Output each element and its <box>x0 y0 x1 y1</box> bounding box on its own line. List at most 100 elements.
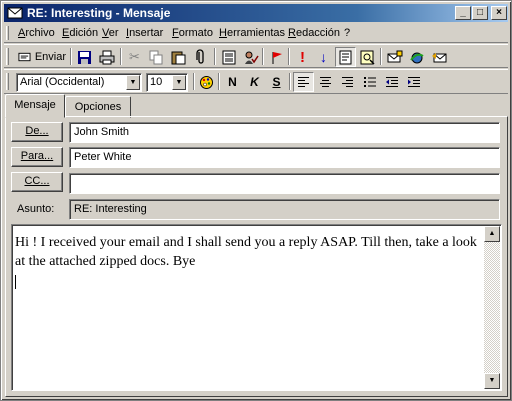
cut-button[interactable]: ✂ <box>124 47 145 67</box>
separator <box>380 48 382 65</box>
cc-field[interactable] <box>69 173 500 194</box>
subject-label: Asunto: <box>17 203 55 215</box>
menu-help[interactable]: ? <box>344 27 350 39</box>
cc-button-label: CC... <box>24 175 50 187</box>
align-center-button[interactable] <box>315 72 336 92</box>
cut-icon: ✂ <box>129 49 140 64</box>
menubar-grip[interactable] <box>6 26 9 40</box>
print-icon <box>99 50 114 64</box>
decrease-indent-button[interactable] <box>381 72 402 92</box>
options-button[interactable] <box>335 47 356 67</box>
menu-ver[interactable]: Ver <box>102 27 119 39</box>
align-left-icon <box>298 77 309 87</box>
menu-herramientas[interactable]: Herramientas <box>219 27 285 39</box>
message-body[interactable]: Hi ! I received your email and I shall s… <box>11 224 502 391</box>
paste-icon <box>171 51 186 64</box>
address-book-button[interactable] <box>218 47 239 67</box>
increase-indent-button[interactable] <box>403 72 424 92</box>
font-size-select[interactable]: 10 ▼ <box>146 73 188 92</box>
to-field[interactable]: Peter White <box>69 147 500 168</box>
reply-button[interactable] <box>428 47 449 67</box>
minimize-button[interactable]: _ <box>455 6 471 20</box>
maximize-button[interactable]: □ <box>472 6 488 20</box>
close-button[interactable]: × <box>491 6 507 20</box>
font-select[interactable]: Arial (Occidental) ▼ <box>16 73 142 92</box>
title-bar[interactable]: RE: Interesting - Mensaje _ □ × <box>4 4 508 22</box>
separator <box>289 73 291 90</box>
attach-button[interactable] <box>190 47 211 67</box>
window-title: RE: Interesting - Mensaje <box>27 6 171 20</box>
from-field[interactable]: John Smith <box>69 122 500 143</box>
paste-button[interactable] <box>168 47 189 67</box>
to-button[interactable]: Para... <box>11 147 63 167</box>
outdent-icon <box>385 77 398 87</box>
attach-icon <box>195 49 204 64</box>
cc-button[interactable]: CC... <box>11 172 63 192</box>
tab-opciones[interactable]: Opciones <box>65 96 131 118</box>
flag-icon <box>272 51 282 64</box>
copy-icon <box>149 50 163 64</box>
send-button[interactable]: Enviar <box>16 47 66 67</box>
separator <box>218 73 220 90</box>
vertical-scrollbar[interactable]: ▲ ▼ <box>484 226 500 389</box>
tab-mensaje[interactable]: Mensaje <box>5 94 65 118</box>
insert-file-icon <box>360 50 375 65</box>
underline-button[interactable]: S <box>266 72 287 92</box>
low-importance-icon: ↓ <box>320 49 327 65</box>
font-value: Arial (Occidental) <box>20 76 105 88</box>
separator <box>120 48 122 65</box>
options-icon <box>339 50 352 64</box>
message-body-text: Hi ! I received your email and I shall s… <box>15 235 477 269</box>
insert-file-button[interactable] <box>357 47 378 67</box>
from-button[interactable]: De... <box>11 122 63 142</box>
copy-button[interactable] <box>146 47 167 67</box>
check-names-button[interactable] <box>240 47 261 67</box>
subject-field[interactable]: RE: Interesting <box>69 199 500 220</box>
palette-icon <box>200 75 213 89</box>
bold-button[interactable]: N <box>222 72 243 92</box>
menu-bar: Archivo Edición Ver Insertar Formato Her… <box>4 24 508 43</box>
italic-button[interactable]: K <box>244 72 265 92</box>
bullet-list-icon <box>363 77 376 87</box>
send-receive-icon <box>409 52 424 63</box>
print-button[interactable] <box>96 47 117 67</box>
menu-edicion[interactable]: Edición <box>62 27 98 39</box>
new-message-button[interactable] <box>384 47 405 67</box>
toolbar-grip[interactable] <box>6 48 9 65</box>
high-importance-button[interactable]: ! <box>292 47 313 67</box>
from-button-label: De... <box>25 125 49 137</box>
to-button-label: Para... <box>20 150 54 162</box>
separator <box>262 48 264 65</box>
high-importance-icon: ! <box>300 48 305 66</box>
menu-archivo[interactable]: Archivo <box>18 27 55 39</box>
align-center-icon <box>320 77 331 87</box>
check-names-icon <box>244 51 259 64</box>
save-button[interactable] <box>74 47 95 67</box>
align-right-icon <box>342 77 353 87</box>
align-left-button[interactable] <box>293 72 314 92</box>
message-icon <box>7 7 23 19</box>
scroll-up-button[interactable]: ▲ <box>484 226 500 242</box>
separator <box>288 48 290 65</box>
toolbar-grip[interactable] <box>6 73 9 90</box>
reply-icon <box>431 52 446 62</box>
flag-button[interactable] <box>266 47 287 67</box>
menu-redaccion[interactable]: Redacción <box>288 27 340 39</box>
font-color-button[interactable] <box>196 72 217 92</box>
save-icon <box>78 50 91 64</box>
standard-toolbar: Enviar ✂ ! ↓ <box>4 44 508 68</box>
menu-formato[interactable]: Formato <box>172 27 213 39</box>
chevron-down-icon[interactable]: ▼ <box>126 75 140 90</box>
chevron-down-icon[interactable]: ▼ <box>172 75 186 90</box>
formatting-toolbar: Arial (Occidental) ▼ 10 ▼ N K S <box>4 69 508 94</box>
new-message-icon <box>387 50 402 62</box>
indent-icon <box>407 77 420 87</box>
bullets-button[interactable] <box>359 72 380 92</box>
align-right-button[interactable] <box>337 72 358 92</box>
send-label: Enviar <box>34 51 66 63</box>
menu-insertar[interactable]: Insertar <box>126 27 163 39</box>
low-importance-button[interactable]: ↓ <box>313 47 334 67</box>
scroll-down-button[interactable]: ▼ <box>484 373 500 389</box>
send-receive-button[interactable] <box>406 47 427 67</box>
message-window: RE: Interesting - Mensaje _ □ × Archivo … <box>0 0 512 401</box>
